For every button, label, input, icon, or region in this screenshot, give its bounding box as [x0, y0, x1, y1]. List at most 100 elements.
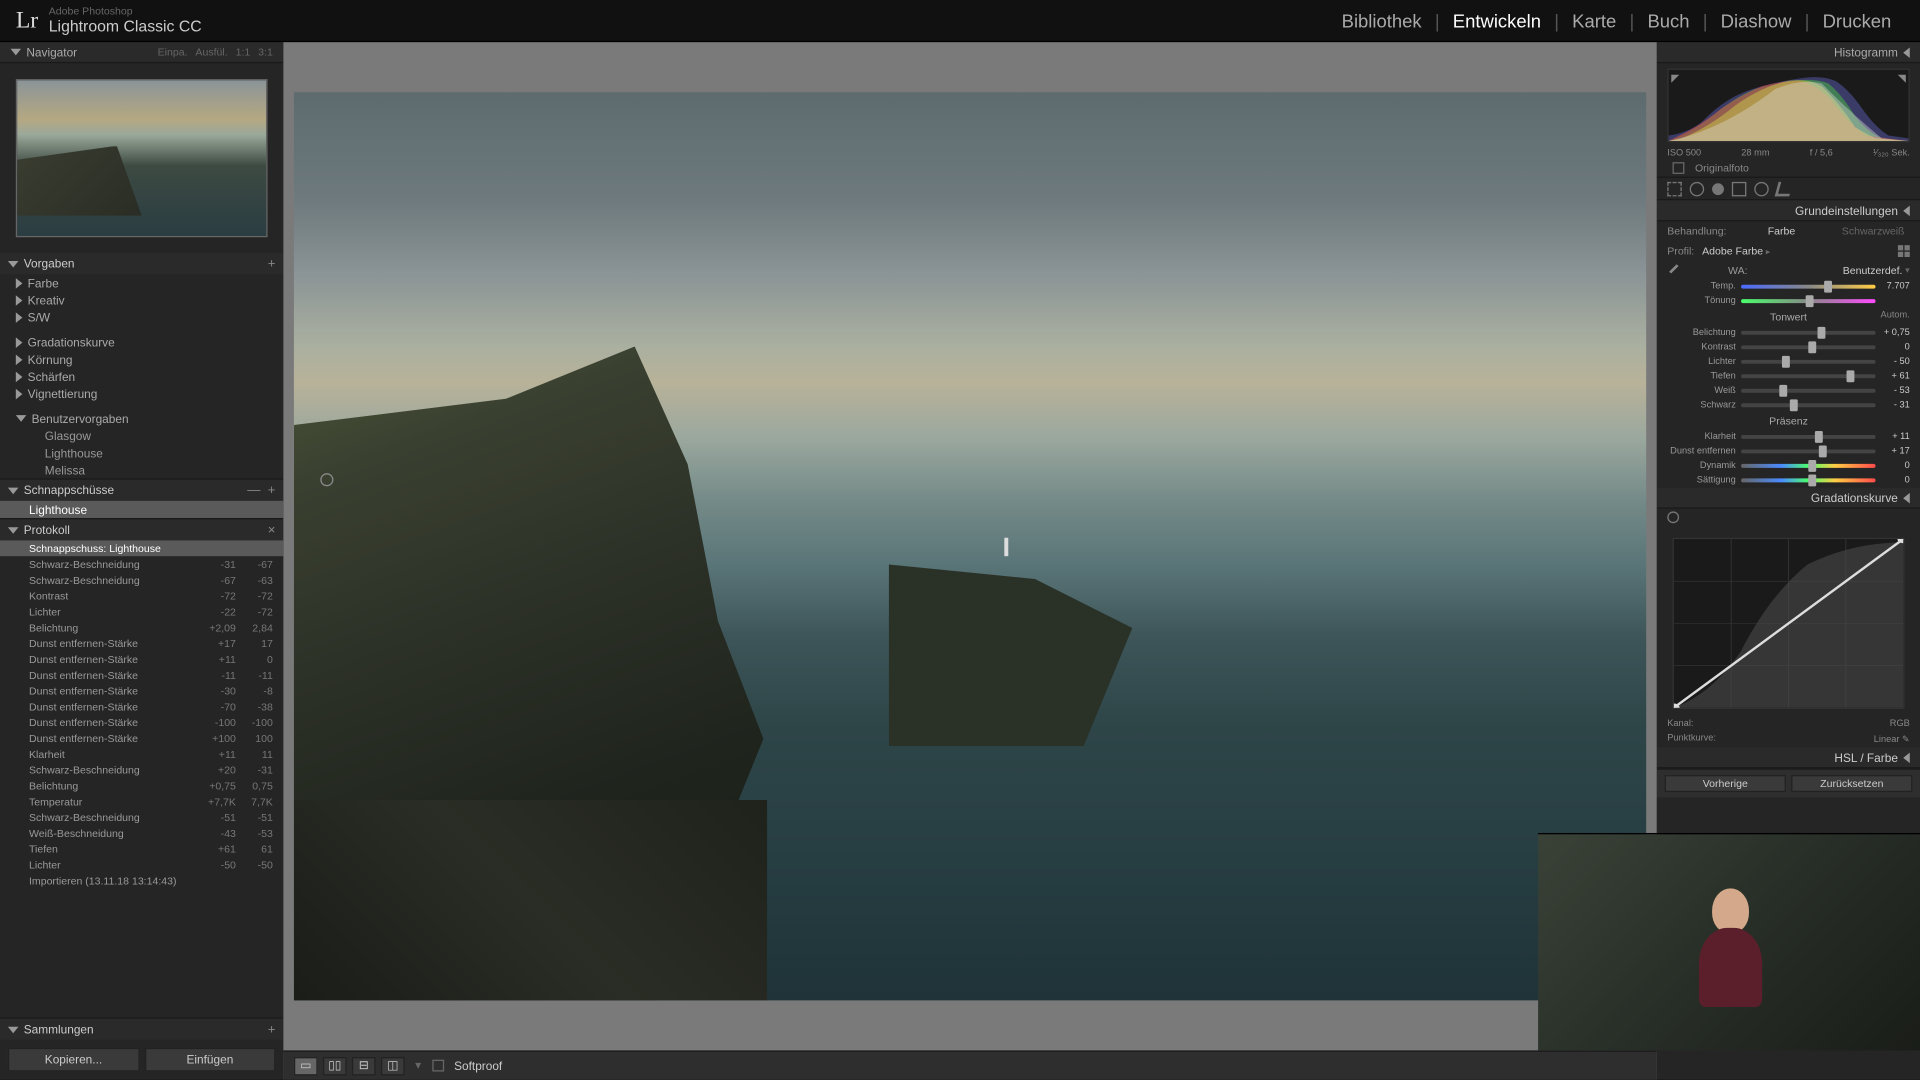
module-book[interactable]: Buch	[1634, 5, 1702, 37]
histogram-display[interactable]: ◤ ◥	[1667, 69, 1910, 143]
preset-group[interactable]: S/W	[0, 308, 283, 325]
before-after-split-button[interactable]: ◫	[381, 1056, 405, 1074]
history-row[interactable]: Dunst entfernen-Stärke-70-38	[0, 699, 283, 715]
hsl-header[interactable]: HSL / Farbe	[1657, 747, 1920, 768]
history-row[interactable]: Dunst entfernen-Stärke+100100	[0, 730, 283, 746]
before-after-tb-button[interactable]: ⊟	[352, 1056, 376, 1074]
original-photo-row[interactable]: Originalfoto	[1657, 159, 1920, 176]
history-row[interactable]: Importieren (13.11.18 13:14:43)	[0, 873, 283, 889]
history-row[interactable]: Dunst entfernen-Stärke+1717	[0, 635, 283, 651]
slider-sttigung[interactable]: Sättigung0	[1657, 473, 1920, 487]
user-presets-group[interactable]: Benutzervorgaben	[0, 410, 283, 427]
dropdown-icon[interactable]: ▾	[415, 1058, 421, 1072]
loupe-view-button[interactable]: ▭	[294, 1056, 318, 1074]
history-row[interactable]: Dunst entfernen-Stärke-100-100	[0, 714, 283, 730]
copy-button[interactable]: Kopieren...	[8, 1048, 139, 1072]
wb-row[interactable]: WA: Benutzerdef. ▾	[1657, 261, 1920, 279]
preset-group[interactable]: Schärfen	[0, 368, 283, 385]
history-row[interactable]: Belichtung+2,092,84	[0, 619, 283, 635]
navigator-thumbnail[interactable]	[16, 79, 268, 237]
histogram-header[interactable]: Histogramm	[1657, 42, 1920, 63]
module-slideshow[interactable]: Diashow	[1707, 5, 1804, 37]
slider-schwarz[interactable]: Schwarz- 31	[1657, 398, 1920, 412]
profile-row[interactable]: Profil: Adobe Farbe ▸	[1657, 241, 1920, 261]
history-row[interactable]: Belichtung+0,750,75	[0, 778, 283, 794]
radial-tool-icon[interactable]	[1754, 181, 1768, 195]
basic-header[interactable]: Grundeinstellungen	[1657, 200, 1920, 221]
crop-tool-icon[interactable]	[1667, 181, 1681, 195]
softproof-checkbox[interactable]	[432, 1060, 444, 1072]
redeye-tool-icon[interactable]	[1712, 183, 1724, 195]
treat-color[interactable]: Farbe	[1762, 225, 1800, 237]
clear-history-icon[interactable]: ×	[268, 523, 276, 537]
slider-dynamik[interactable]: Dynamik0	[1657, 459, 1920, 473]
presets-header[interactable]: Vorgaben +	[0, 253, 283, 274]
module-map[interactable]: Karte	[1559, 5, 1629, 37]
treat-bw[interactable]: Schwarzweiß	[1837, 225, 1910, 237]
clip-shadow-icon[interactable]: ◤	[1671, 72, 1679, 84]
history-row[interactable]: Kontrast-72-72	[0, 588, 283, 604]
paste-button[interactable]: Einfügen	[144, 1048, 275, 1072]
slider-wei[interactable]: Weiß- 53	[1657, 384, 1920, 398]
gradient-tool-icon[interactable]	[1732, 181, 1746, 195]
profile-browser-icon[interactable]	[1898, 245, 1910, 257]
navigator-header[interactable]: Navigator Einpa. Ausfül. 1:1 3:1	[0, 42, 283, 63]
target-adjust-icon[interactable]	[1667, 511, 1679, 523]
tonecurve-display[interactable]	[1673, 538, 1905, 709]
snapshots-header[interactable]: Schnappschüsse — +	[0, 480, 283, 501]
user-preset-item[interactable]: Melissa	[0, 461, 283, 478]
history-header[interactable]: Protokoll ×	[0, 519, 283, 540]
zoom-fill[interactable]: Ausfül.	[195, 46, 227, 58]
before-after-lr-button[interactable]: ▯▯	[323, 1056, 347, 1074]
user-preset-item[interactable]: Glasgow	[0, 427, 283, 444]
eyedropper-icon[interactable]	[1667, 264, 1680, 277]
history-row[interactable]: Tiefen+6161	[0, 841, 283, 857]
history-row[interactable]: Schwarz-Beschneidung+20-31	[0, 762, 283, 778]
slider-kontrast[interactable]: Kontrast0	[1657, 340, 1920, 354]
slider-klarheit[interactable]: Klarheit+ 11	[1657, 430, 1920, 444]
snapshot-item[interactable]: Lighthouse	[0, 501, 283, 518]
reset-button[interactable]: Zurücksetzen	[1791, 775, 1912, 792]
history-row[interactable]: Weiß-Beschneidung-43-53	[0, 825, 283, 841]
original-checkbox[interactable]	[1673, 162, 1685, 174]
history-row[interactable]: Lichter-22-72	[0, 604, 283, 620]
slider-temp[interactable]: Temp.7.707	[1657, 279, 1920, 293]
history-row[interactable]: Schnappschuss: Lighthouse	[0, 540, 283, 556]
add-collection-icon[interactable]: +	[268, 1022, 276, 1036]
curve-point-row[interactable]: Punktkurve: Linear ✎	[1657, 731, 1920, 747]
slider-tnung[interactable]: Tönung	[1657, 294, 1920, 308]
history-row[interactable]: Dunst entfernen-Stärke+110	[0, 651, 283, 667]
slider-belichtung[interactable]: Belichtung+ 0,75	[1657, 326, 1920, 340]
previous-button[interactable]: Vorherige	[1665, 775, 1786, 792]
module-library[interactable]: Bibliothek	[1328, 5, 1434, 37]
history-row[interactable]: Lichter-50-50	[0, 857, 283, 873]
collections-header[interactable]: Sammlungen +	[0, 1019, 283, 1040]
pencil-icon[interactable]: ✎	[1902, 735, 1910, 744]
slider-dunstentfernen[interactable]: Dunst entfernen+ 17	[1657, 444, 1920, 458]
zoom-1-1[interactable]: 1:1	[236, 46, 251, 58]
brush-tool-icon[interactable]	[1775, 181, 1793, 195]
main-photo[interactable]	[294, 92, 1646, 1000]
preset-group[interactable]: Gradationskurve	[0, 333, 283, 350]
auto-tone-button[interactable]: Autom.	[1881, 311, 1910, 320]
spot-tool-icon[interactable]	[1690, 181, 1704, 195]
module-develop[interactable]: Entwickeln	[1440, 5, 1555, 37]
preset-group[interactable]: Farbe	[0, 274, 283, 291]
history-row[interactable]: Schwarz-Beschneidung-51-51	[0, 809, 283, 825]
curve-channel-row[interactable]: Kanal: RGB	[1657, 717, 1920, 731]
clip-highlight-icon[interactable]: ◥	[1898, 72, 1906, 84]
slider-lichter[interactable]: Lichter- 50	[1657, 355, 1920, 369]
history-row[interactable]: Schwarz-Beschneidung-31-67	[0, 556, 283, 572]
zoom-3-1[interactable]: 3:1	[258, 46, 273, 58]
history-row[interactable]: Schwarz-Beschneidung-67-63	[0, 572, 283, 588]
preset-group[interactable]: Vignettierung	[0, 385, 283, 402]
user-preset-item[interactable]: Lighthouse	[0, 444, 283, 461]
zoom-fit[interactable]: Einpa.	[158, 46, 188, 58]
slider-tiefen[interactable]: Tiefen+ 61	[1657, 369, 1920, 383]
history-row[interactable]: Dunst entfernen-Stärke-30-8	[0, 683, 283, 699]
history-row[interactable]: Klarheit+1111	[0, 746, 283, 762]
preset-group[interactable]: Körnung	[0, 351, 283, 368]
module-print[interactable]: Drucken	[1809, 5, 1904, 37]
history-row[interactable]: Dunst entfernen-Stärke-11-11	[0, 667, 283, 683]
add-snapshot-icon[interactable]: — +	[247, 483, 275, 497]
